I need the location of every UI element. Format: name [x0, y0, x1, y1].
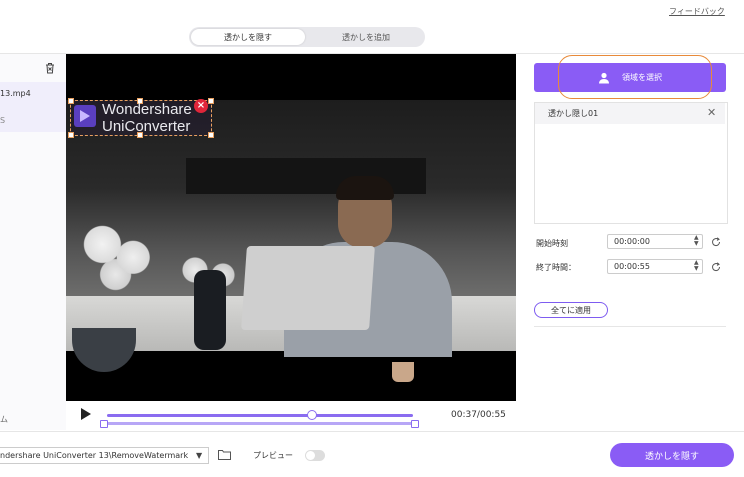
- chevron-down-icon[interactable]: ▼: [196, 451, 202, 460]
- watermark-text-line1: Wondershare: [102, 101, 192, 118]
- video-preview[interactable]: Wondershare UniConverter ×: [66, 54, 516, 401]
- start-time-input[interactable]: 00:00:00: [607, 234, 703, 249]
- trim-start-handle[interactable]: [100, 420, 108, 428]
- play-icon[interactable]: [81, 408, 91, 420]
- start-time-stepper[interactable]: ▲ ▼: [694, 235, 699, 247]
- scene-laptop: [241, 246, 375, 330]
- annotation-highlight: [558, 55, 712, 99]
- tab-remove-watermark[interactable]: 透かしを隠す: [191, 29, 305, 45]
- spin-down-icon[interactable]: ▼: [694, 266, 699, 272]
- left-panel-footer-text: ム: [0, 415, 8, 424]
- scene-bowl: [72, 328, 136, 372]
- file-info: S: [0, 116, 6, 125]
- close-icon[interactable]: ×: [194, 99, 208, 113]
- trim-end-handle[interactable]: [411, 420, 419, 428]
- end-time-label: 終了時間：: [536, 263, 576, 272]
- preview-label: プレビュー: [253, 451, 293, 460]
- spin-down-icon[interactable]: ▼: [694, 241, 699, 247]
- seek-track[interactable]: [107, 414, 413, 417]
- resize-handle[interactable]: [208, 98, 214, 104]
- file-name: 13.mp4: [0, 89, 31, 98]
- resize-handle[interactable]: [68, 132, 74, 138]
- trim-range[interactable]: [100, 420, 419, 428]
- start-time-label: 開始時刻: [536, 239, 568, 248]
- trash-icon[interactable]: [44, 62, 56, 74]
- mode-tabs: 透かしを隠す 透かしを追加: [189, 27, 425, 47]
- time-display: 00:37/00:55: [451, 410, 506, 420]
- reset-icon[interactable]: [711, 237, 721, 247]
- watermark-list-item-label: 透かし隠し01: [548, 109, 599, 118]
- divider: [534, 326, 726, 327]
- resize-handle[interactable]: [208, 132, 214, 138]
- watermark-text-line2: UniConverter: [102, 118, 191, 135]
- apply-all-button[interactable]: 全てに適用: [534, 302, 608, 318]
- scene-person-hair: [336, 176, 394, 200]
- preview-toggle-knob: [306, 451, 315, 460]
- scene-flowers: [76, 210, 164, 296]
- close-icon[interactable]: ✕: [707, 106, 716, 119]
- tab-add-watermark[interactable]: 透かしを追加: [309, 29, 423, 45]
- scene-cup: [392, 362, 414, 382]
- resize-handle[interactable]: [68, 98, 74, 104]
- seek-knob[interactable]: [307, 410, 318, 420]
- remove-watermark-button[interactable]: 透かしを隠す: [610, 443, 734, 467]
- video-frame: [66, 100, 516, 382]
- folder-icon[interactable]: [218, 449, 231, 460]
- feedback-link[interactable]: フィードバック: [669, 6, 725, 17]
- scene-vase: [194, 270, 226, 350]
- end-time-stepper[interactable]: ▲ ▼: [694, 260, 699, 272]
- footer-divider: [0, 431, 744, 432]
- reset-icon[interactable]: [711, 262, 721, 272]
- output-path-select[interactable]: ndershare UniConverter 13\RemoveWatermar…: [0, 447, 209, 464]
- watermark-logo: [74, 105, 96, 127]
- end-time-input[interactable]: 00:00:55: [607, 259, 703, 274]
